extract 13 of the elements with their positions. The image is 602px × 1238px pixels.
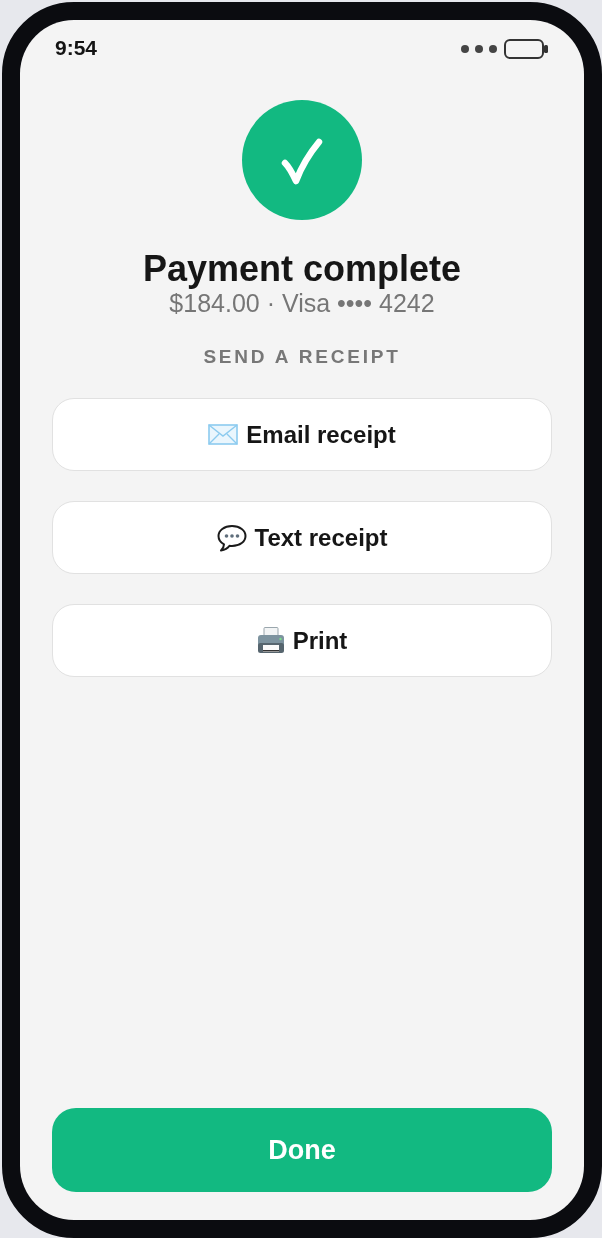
section-heading: SEND A RECEIPT [203,345,401,368]
email-receipt-button[interactable]: Email receipt [52,398,552,471]
printer-icon [256,627,285,654]
text-receipt-button[interactable]: Text receipt [52,501,552,574]
check-circle-icon [242,100,362,220]
payment-title: Payment complete [142,248,462,289]
more-dots-icon [461,45,497,53]
payment-summary: $184.00 · Visa •••• 4242 [169,289,435,318]
envelope-icon [208,424,239,445]
print-button[interactable]: Print [52,604,552,677]
status-time: 9:54 [55,36,98,60]
speech-bubble-icon [216,523,247,552]
battery-icon [504,39,548,59]
